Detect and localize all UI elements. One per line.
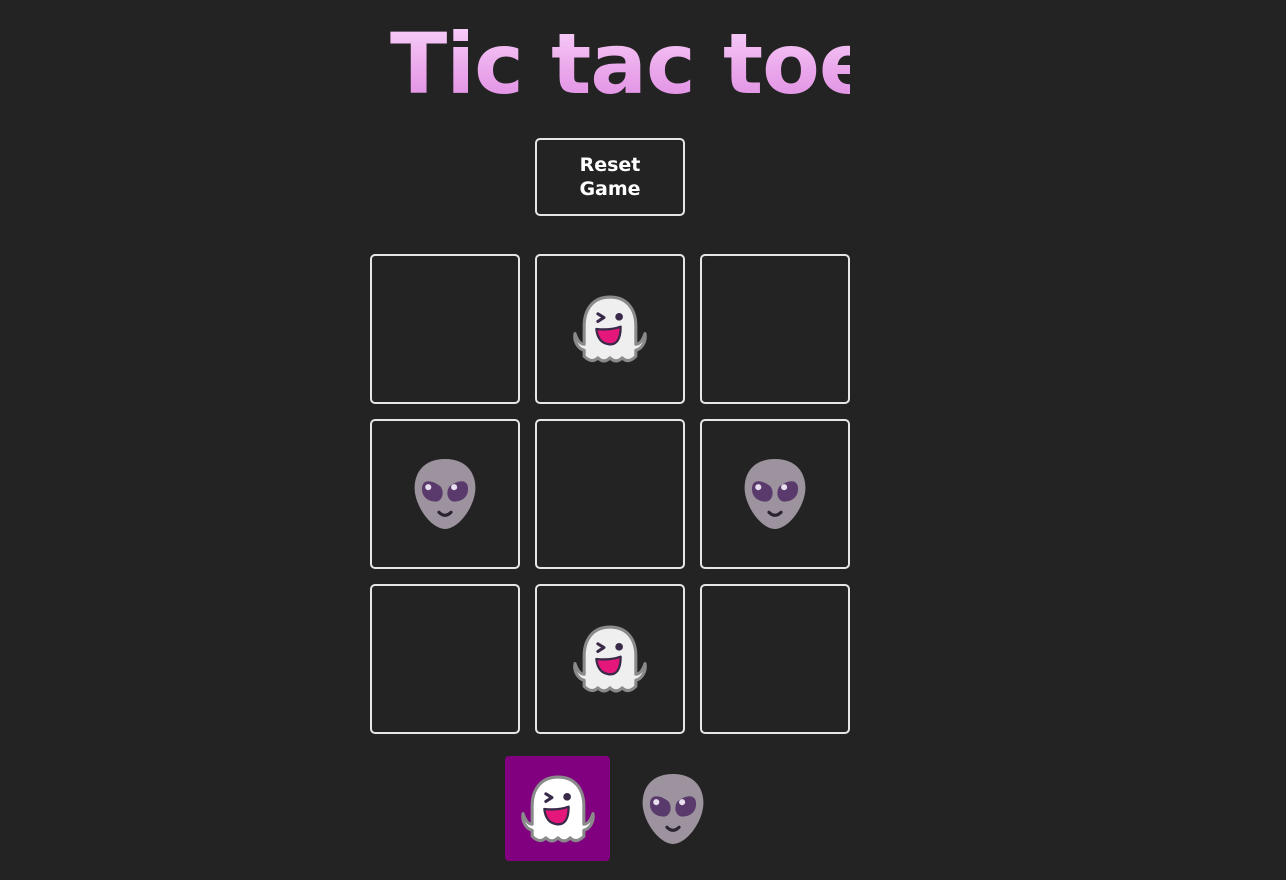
alien-icon <box>737 456 813 532</box>
alien-icon <box>635 771 711 847</box>
board-cell-8[interactable] <box>535 584 685 734</box>
game-board <box>370 254 850 734</box>
player-selector <box>505 756 725 861</box>
board-cell-3[interactable] <box>700 254 850 404</box>
board-cell-4[interactable] <box>370 419 520 569</box>
ghost-icon <box>520 771 596 847</box>
board-cell-7[interactable] <box>370 584 520 734</box>
board-cell-5[interactable] <box>535 419 685 569</box>
board-cell-1[interactable] <box>370 254 520 404</box>
board-cell-2[interactable] <box>535 254 685 404</box>
reset-game-button[interactable]: Reset Game <box>535 138 685 216</box>
reset-game-label: Reset Game <box>579 154 641 200</box>
player-option-1[interactable] <box>505 756 610 861</box>
board-cell-6[interactable] <box>700 419 850 569</box>
ghost-icon <box>572 621 648 697</box>
board-cell-9[interactable] <box>700 584 850 734</box>
alien-icon <box>407 456 483 532</box>
ghost-icon <box>572 291 648 367</box>
player-option-2[interactable] <box>620 756 725 861</box>
game-page: Tic tac toe Reset Game <box>0 0 1286 880</box>
page-title: Tic tac toe <box>390 15 876 113</box>
